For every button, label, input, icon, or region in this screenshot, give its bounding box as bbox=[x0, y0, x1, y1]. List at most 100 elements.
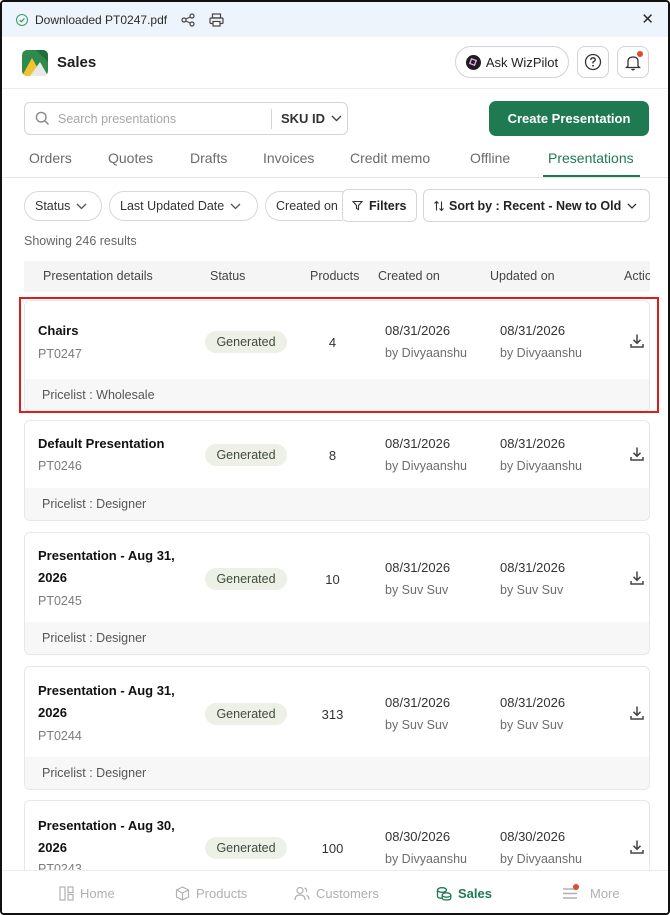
sku-id-select[interactable]: SKU ID bbox=[281, 111, 342, 126]
column-status: Status bbox=[210, 269, 246, 283]
products-count: 313 bbox=[321, 707, 344, 722]
created-by: by Divyaanshu bbox=[385, 346, 467, 360]
download-icon[interactable] bbox=[629, 446, 645, 467]
updated-by: by Suv Suv bbox=[500, 583, 564, 597]
status-filter[interactable]: Status bbox=[24, 191, 102, 221]
bottom-nav: Home Products Customers Sales More bbox=[2, 870, 668, 913]
created-by: by Divyaanshu bbox=[385, 459, 467, 473]
filters-label: Filters bbox=[369, 198, 407, 213]
nav-more-label: More bbox=[590, 886, 620, 901]
menu-icon bbox=[562, 884, 584, 900]
updated-date: 08/30/2026 bbox=[500, 829, 566, 844]
nav-products-label: Products bbox=[196, 886, 248, 901]
created-by: by Suv Suv bbox=[385, 718, 449, 732]
users-icon bbox=[294, 886, 310, 901]
tab-quotes[interactable]: Quotes bbox=[108, 150, 153, 166]
column-updated-on: Updated on bbox=[490, 269, 555, 283]
ask-wizpilot-button[interactable]: Ask WizPilot bbox=[455, 46, 569, 78]
nav-products[interactable]: Products bbox=[175, 886, 247, 901]
download-icon[interactable] bbox=[629, 333, 645, 354]
updated-by: by Suv Suv bbox=[500, 718, 564, 732]
create-presentation-button[interactable]: Create Presentation bbox=[489, 101, 649, 136]
presentation-name-line2: 2026 bbox=[38, 840, 67, 855]
share-icon[interactable] bbox=[181, 12, 195, 27]
download-icon[interactable] bbox=[629, 839, 645, 860]
created-on-filter[interactable]: Created on bbox=[265, 191, 343, 221]
last-updated-filter[interactable]: Last Updated Date bbox=[109, 191, 258, 221]
presentation-code: PT0246 bbox=[38, 459, 82, 473]
presentation-name-line1: Presentation - Aug 30, bbox=[38, 818, 175, 833]
presentation-name-line1: Presentation - Aug 31, bbox=[38, 548, 175, 563]
products-count: 10 bbox=[325, 572, 340, 587]
nav-more[interactable]: More bbox=[562, 884, 620, 901]
table-row[interactable]: Presentation - Aug 31, 2026 PT0245 Gener… bbox=[24, 532, 650, 655]
sort-button[interactable]: Sort by : Recent - New to Old bbox=[423, 189, 650, 222]
coins-icon bbox=[436, 887, 452, 901]
status-badge: Generated bbox=[205, 568, 287, 590]
ask-wizpilot-label: Ask WizPilot bbox=[485, 54, 559, 70]
created-by: by Divyaanshu bbox=[385, 852, 467, 866]
check-circle-icon bbox=[16, 13, 28, 26]
download-banner: Downloaded PT0247.pdf ✕ bbox=[2, 2, 668, 37]
nav-sales[interactable]: Sales bbox=[436, 886, 492, 901]
tab-invoices[interactable]: Invoices bbox=[263, 150, 314, 166]
nav-home[interactable]: Home bbox=[59, 886, 115, 901]
pricelist-info: Pricelist : Designer bbox=[25, 488, 649, 520]
updated-date: 08/31/2026 bbox=[500, 560, 566, 575]
products-count: 4 bbox=[328, 335, 337, 350]
nav-sales-label: Sales bbox=[458, 886, 492, 901]
updated-by: by Divyaanshu bbox=[500, 852, 582, 866]
table-row[interactable]: Default Presentation PT0246 Generated 8 … bbox=[24, 420, 650, 521]
search-box[interactable]: Search presentations SKU ID bbox=[24, 102, 348, 135]
home-icon bbox=[59, 886, 74, 901]
status-badge: Generated bbox=[205, 837, 287, 859]
nav-customers[interactable]: Customers bbox=[294, 886, 379, 901]
notification-dot bbox=[637, 51, 643, 57]
download-banner-text: Downloaded PT0247.pdf bbox=[35, 12, 168, 27]
tab-offline[interactable]: Offline bbox=[470, 150, 510, 166]
filters-button[interactable]: Filters bbox=[342, 189, 417, 222]
wizpilot-icon bbox=[465, 54, 481, 70]
box-icon bbox=[175, 886, 190, 901]
notifications-button[interactable] bbox=[617, 46, 649, 78]
sort-icon bbox=[434, 200, 444, 211]
tab-orders[interactable]: Orders bbox=[29, 150, 72, 166]
chevron-down-icon bbox=[627, 203, 637, 209]
print-icon[interactable] bbox=[209, 12, 224, 27]
results-count: Showing 246 results bbox=[24, 234, 137, 248]
sku-id-label: SKU ID bbox=[281, 111, 326, 126]
active-tab-indicator bbox=[543, 175, 640, 177]
help-button[interactable] bbox=[577, 46, 609, 78]
column-presentation-details: Presentation details bbox=[43, 269, 153, 283]
filter-icon bbox=[352, 200, 363, 211]
app-header: Sales Ask WizPilot bbox=[2, 37, 668, 89]
pricelist-info: Pricelist : Designer bbox=[25, 757, 649, 789]
tab-presentations[interactable]: Presentations bbox=[548, 150, 634, 166]
presentation-code: PT0244 bbox=[38, 729, 82, 743]
products-count: 8 bbox=[328, 448, 337, 463]
created-date: 08/31/2026 bbox=[385, 560, 451, 575]
created-date: 08/31/2026 bbox=[385, 695, 451, 710]
presentation-code: PT0247 bbox=[38, 347, 82, 361]
close-icon[interactable]: ✕ bbox=[641, 12, 654, 27]
table-row[interactable]: Presentation - Aug 31, 2026 PT0244 Gener… bbox=[24, 666, 650, 790]
tab-drafts[interactable]: Drafts bbox=[190, 150, 227, 166]
search-input[interactable]: Search presentations bbox=[58, 112, 176, 126]
search-icon bbox=[35, 111, 49, 125]
created-date: 08/31/2026 bbox=[385, 436, 451, 451]
updated-date: 08/31/2026 bbox=[500, 436, 566, 451]
tab-credit-memo[interactable]: Credit memo bbox=[350, 150, 430, 166]
updated-by: by Divyaanshu bbox=[500, 346, 582, 360]
download-icon[interactable] bbox=[629, 570, 645, 591]
last-updated-filter-label: Last Updated Date bbox=[120, 199, 225, 213]
app-window: Downloaded PT0247.pdf ✕ Sales Ask WizPil… bbox=[0, 0, 670, 915]
updated-date: 08/31/2026 bbox=[500, 695, 566, 710]
status-filter-label: Status bbox=[35, 199, 71, 213]
status-badge: Generated bbox=[205, 444, 287, 466]
table-row[interactable]: Chairs PT0247 Generated 4 08/31/2026 by … bbox=[24, 300, 650, 412]
column-created-on: Created on bbox=[378, 269, 440, 283]
presentation-name-line1: Presentation - Aug 31, bbox=[38, 683, 175, 698]
column-action: Action bbox=[624, 269, 650, 283]
download-icon[interactable] bbox=[629, 705, 645, 726]
pricelist-info: Pricelist : Designer bbox=[25, 622, 649, 654]
